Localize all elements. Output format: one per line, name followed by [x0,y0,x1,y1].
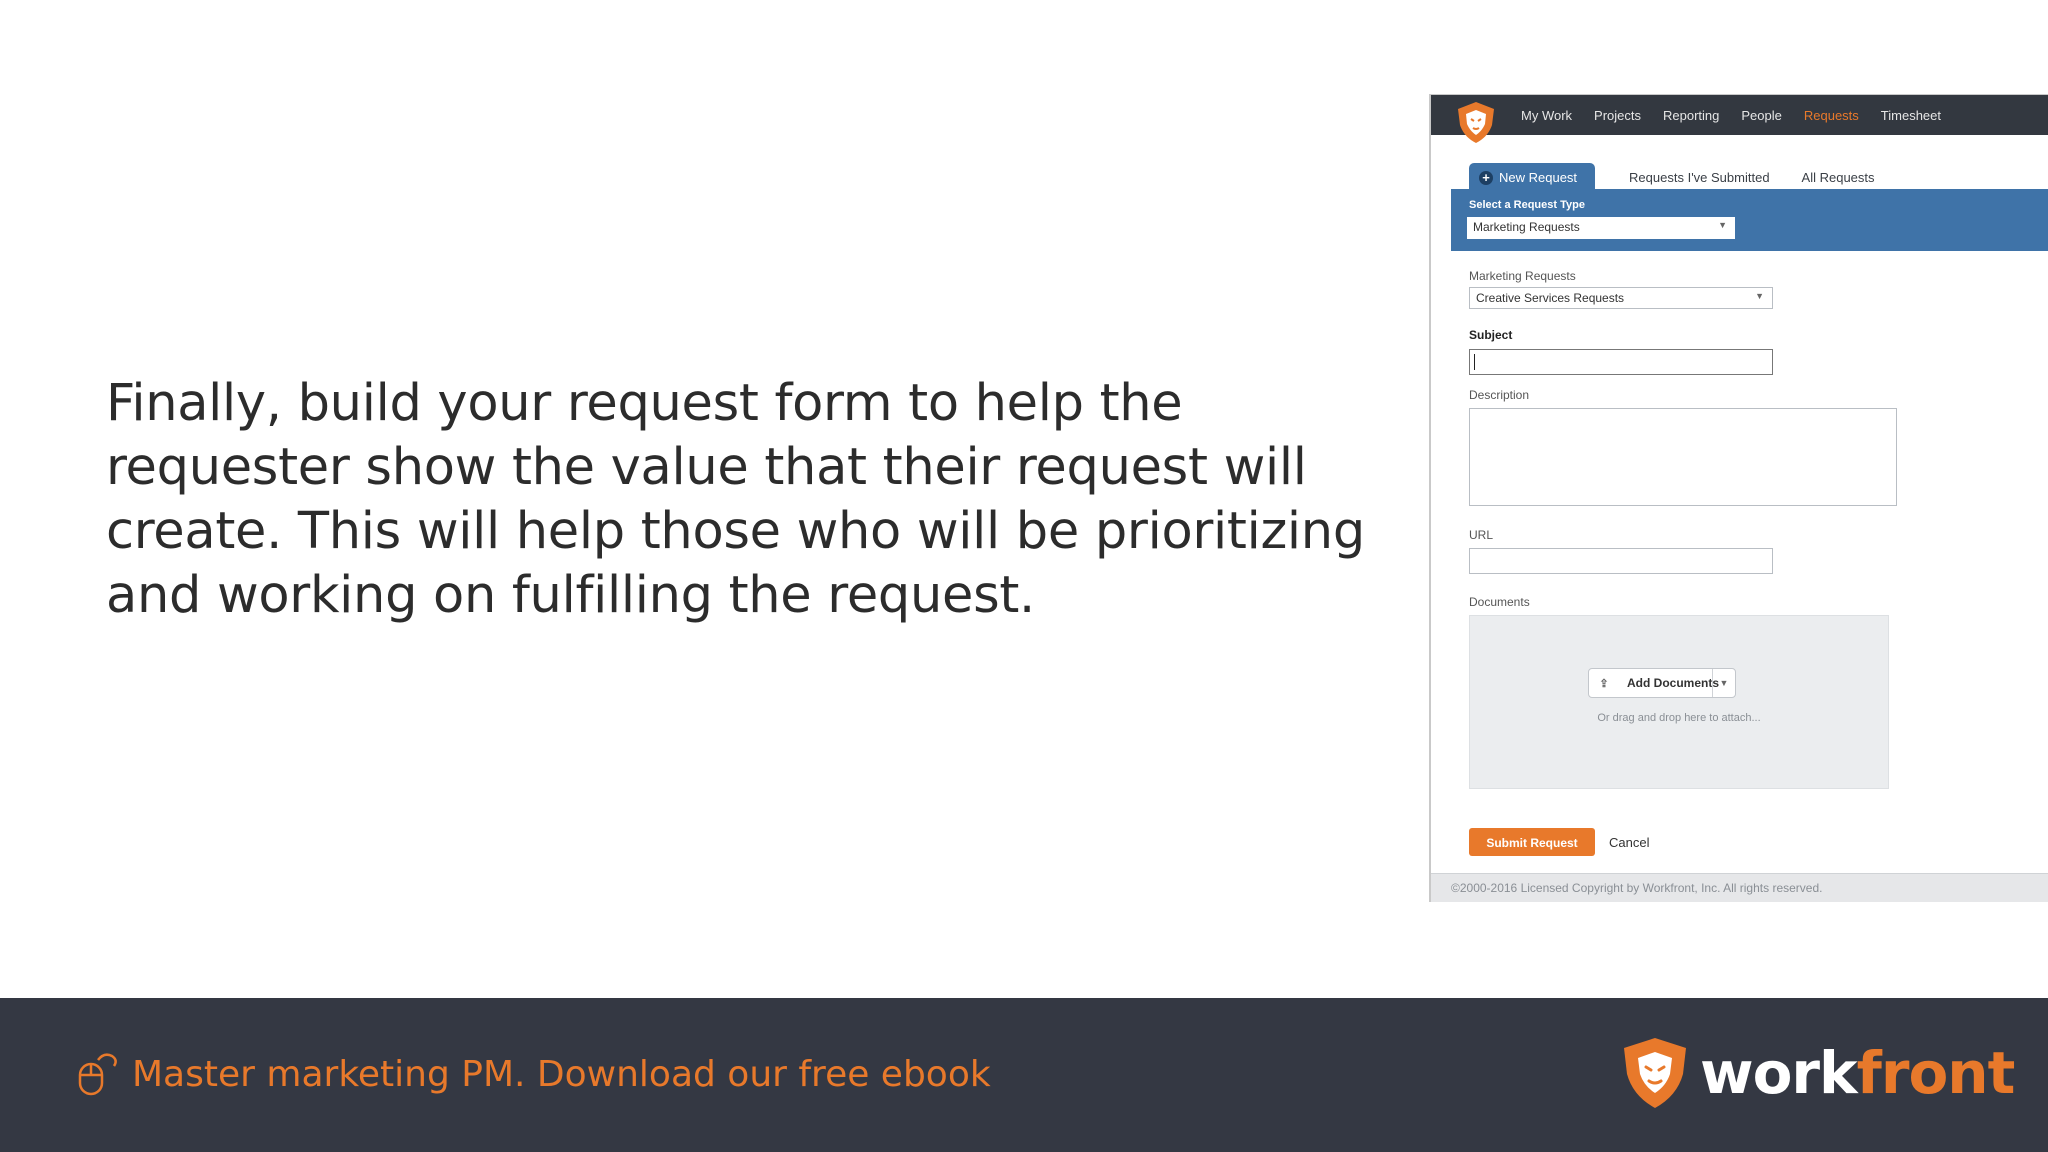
top-navigation-bar: My Work Projects Reporting People Reques… [1431,95,2048,143]
subject-input[interactable] [1469,349,1773,375]
nav-reporting[interactable]: Reporting [1663,108,1719,123]
tab-all-requests[interactable]: All Requests [1802,170,1875,191]
ebook-cta-link[interactable]: Master marketing PM. Download our free e… [74,1048,991,1100]
text-cursor [1474,354,1475,370]
nav-my-work[interactable]: My Work [1521,108,1572,123]
chevron-down-icon: ▼ [1718,220,1727,230]
mouse-click-icon [78,1053,117,1096]
document-drop-zone[interactable]: ⇪ Add Documents ▼ Or drag and drop here … [1469,615,1889,789]
description-label: Description [1469,388,1530,402]
workfront-logo-icon[interactable] [1453,99,1499,145]
queue-topic-value: Creative Services Requests [1476,291,1625,305]
request-type-select[interactable]: Marketing Requests ▼ [1467,217,1735,239]
url-label: URL [1469,528,1494,542]
request-type-label: Select a Request Type [1469,199,1585,211]
workfront-logo-icon [1624,1038,1686,1108]
copyright-footer: ©2000-2016 Licensed Copyright by Workfro… [1431,873,2048,902]
submit-request-button[interactable]: Submit Request [1469,828,1595,856]
chevron-down-icon[interactable]: ▼ [1712,669,1735,697]
subject-label: Subject [1469,328,1513,342]
cancel-link[interactable]: Cancel [1609,835,1649,850]
plus-circle-icon: + [1479,170,1493,185]
tab-new-request[interactable]: + New Request [1469,163,1596,191]
upload-icon: ⇪ [1599,677,1609,690]
nav-people[interactable]: People [1741,108,1781,123]
request-type-value: Marketing Requests [1473,220,1580,234]
documents-label: Documents [1469,595,1530,609]
request-type-panel: Select a Request Type Marketing Requests… [1451,189,2048,251]
url-input[interactable] [1469,548,1773,574]
wordmark-work: work [1700,1039,1858,1107]
wordmark-front: front [1856,1039,2016,1107]
footer-bar: Master marketing PM. Download our free e… [0,998,2048,1152]
tab-requests-submitted[interactable]: Requests I've Submitted [1629,170,1770,191]
workfront-brand: workfront [1620,1036,2016,1110]
add-documents-button[interactable]: ⇪ Add Documents ▼ [1588,668,1736,698]
workfront-wordmark: workfront [1700,1039,2016,1107]
nav-timesheet[interactable]: Timesheet [1881,108,1941,123]
app-screenshot: My Work Projects Reporting People Reques… [1429,94,2048,902]
ebook-cta-text: Master marketing PM. Download our free e… [132,1053,991,1095]
nav-requests[interactable]: Requests [1804,108,1859,123]
add-documents-label: Add Documents [1627,676,1720,690]
main-nav: My Work Projects Reporting People Reques… [1521,95,1963,135]
queue-topic-label: Marketing Requests [1469,269,1576,283]
request-tabs: + New Request Requests I've Submitted Al… [1469,159,1907,191]
drop-hint: Or drag and drop here to attach... [1597,712,1761,724]
slide-body-text: Finally, build your request form to help… [106,374,1365,625]
chevron-down-icon: ▼ [1755,291,1764,301]
nav-projects[interactable]: Projects [1594,108,1641,123]
description-textarea[interactable] [1469,408,1897,506]
queue-topic-select[interactable]: Creative Services Requests ▼ [1469,287,1773,309]
tab-new-request-label: New Request [1499,170,1578,185]
